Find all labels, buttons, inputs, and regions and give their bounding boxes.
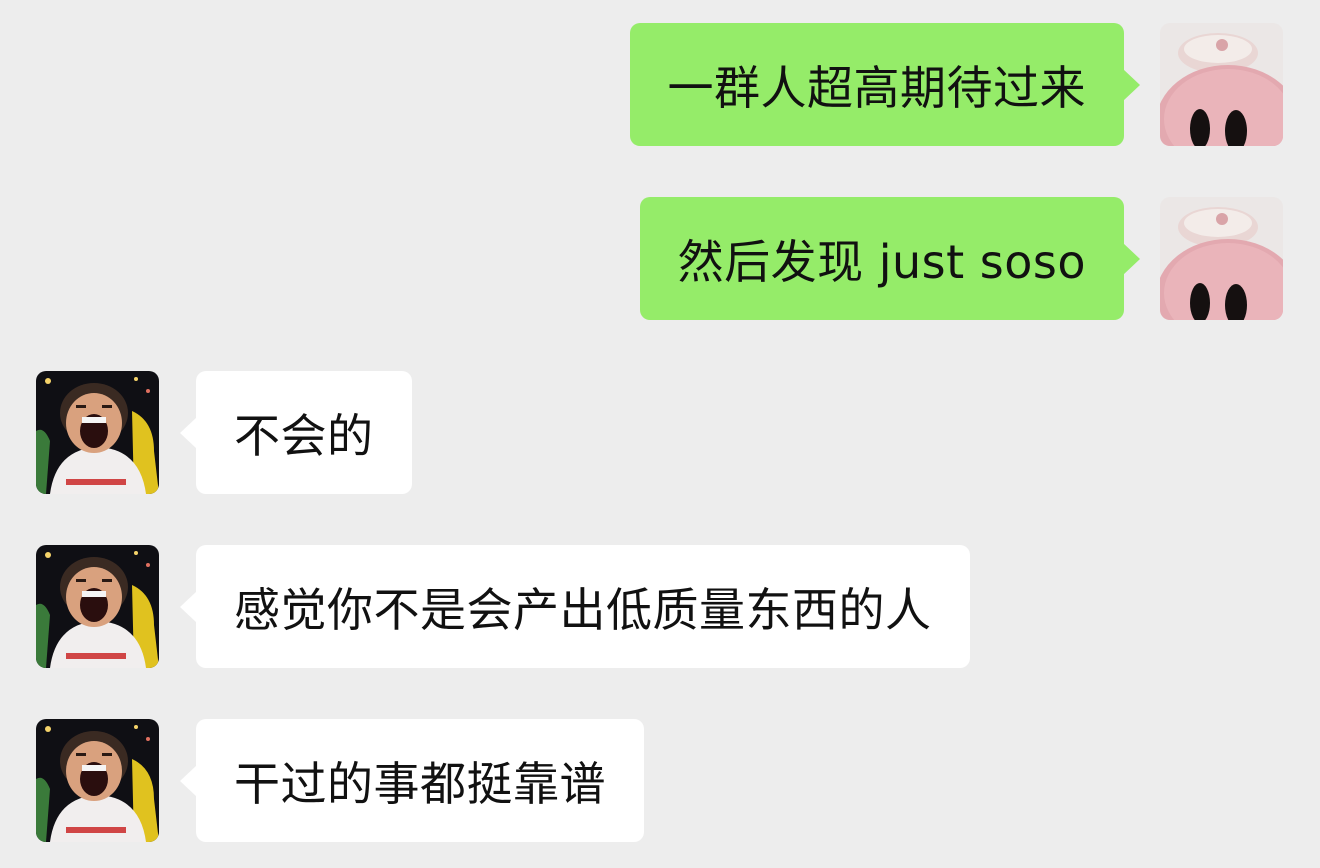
- chat-screen: { "chat": { "messages": [ {"sender": "me…: [0, 0, 1320, 868]
- message-text: 然后发现 just soso: [677, 234, 1086, 289]
- message-text: 不会的: [234, 408, 374, 463]
- chat-message-incoming: 不会的: [36, 371, 412, 494]
- message-bubble[interactable]: 然后发现 just soso: [639, 197, 1141, 320]
- chat-message-incoming: 干过的事都挺靠谱: [36, 719, 644, 842]
- pink-pig-avatar-icon[interactable]: [1160, 197, 1283, 320]
- message-text: 感觉你不是会产出低质量东西的人: [234, 582, 932, 637]
- message-text: 干过的事都挺靠谱: [234, 756, 606, 811]
- message-text: 一群人超高期待过来: [667, 60, 1086, 115]
- message-bubble[interactable]: 不会的: [180, 371, 412, 494]
- message-bubble[interactable]: 一群人超高期待过来: [629, 23, 1140, 146]
- pink-pig-avatar-icon[interactable]: [1160, 23, 1283, 146]
- screaming-person-avatar-icon[interactable]: [36, 719, 159, 842]
- message-bubble[interactable]: 干过的事都挺靠谱: [180, 719, 644, 842]
- chat-message-outgoing: 一群人超高期待过来: [629, 23, 1283, 146]
- screaming-person-avatar-icon[interactable]: [36, 371, 159, 494]
- screaming-person-avatar-icon[interactable]: [36, 545, 159, 668]
- chat-message-incoming: 感觉你不是会产出低质量东西的人: [36, 545, 970, 668]
- message-bubble[interactable]: 感觉你不是会产出低质量东西的人: [180, 545, 970, 668]
- chat-message-outgoing: 然后发现 just soso: [639, 197, 1283, 320]
